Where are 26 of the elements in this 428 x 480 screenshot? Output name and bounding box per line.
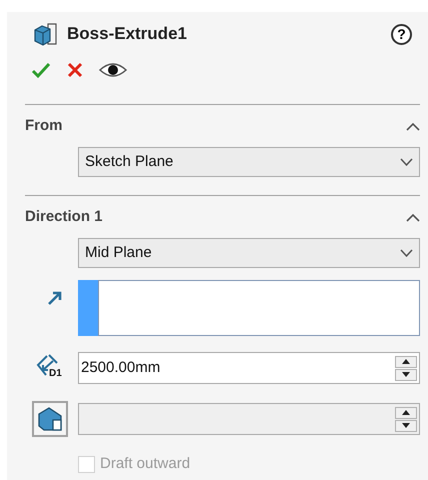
- collapse-icon[interactable]: [406, 122, 420, 130]
- checkbox-label: Draft outward: [100, 454, 190, 474]
- depth-field[interactable]: 2500.00mm: [78, 352, 420, 384]
- box-icon: [33, 21, 59, 47]
- depth-label: D1: [49, 369, 62, 379]
- chevron-down-icon: [400, 249, 413, 257]
- collapse-icon[interactable]: [406, 212, 420, 222]
- spin-up-button[interactable]: [395, 356, 417, 368]
- panel-title: Boss-Extrude1: [67, 23, 188, 46]
- arrow-icon[interactable]: [47, 290, 63, 306]
- ok-icon[interactable]: [31, 61, 51, 79]
- eye-icon[interactable]: [99, 61, 127, 79]
- section-title: Direction 1: [25, 206, 103, 227]
- chevron-down-icon: [400, 158, 413, 166]
- up-arrow-icon: [402, 410, 410, 415]
- up-arrow-icon: [402, 359, 410, 364]
- section-title: From: [25, 116, 62, 136]
- end-condition-dropdown[interactable]: Mid Plane: [78, 238, 420, 268]
- close-icon[interactable]: [67, 62, 83, 78]
- spin-down-button[interactable]: [395, 368, 417, 380]
- down-arrow-icon: [402, 372, 410, 377]
- tapered-block-icon: [36, 406, 64, 432]
- help-button[interactable]: ?: [391, 24, 412, 44]
- down-arrow-icon: [402, 423, 410, 428]
- selection-list[interactable]: [78, 280, 420, 336]
- end-condition-dropdown[interactable]: Sketch Plane: [78, 147, 420, 177]
